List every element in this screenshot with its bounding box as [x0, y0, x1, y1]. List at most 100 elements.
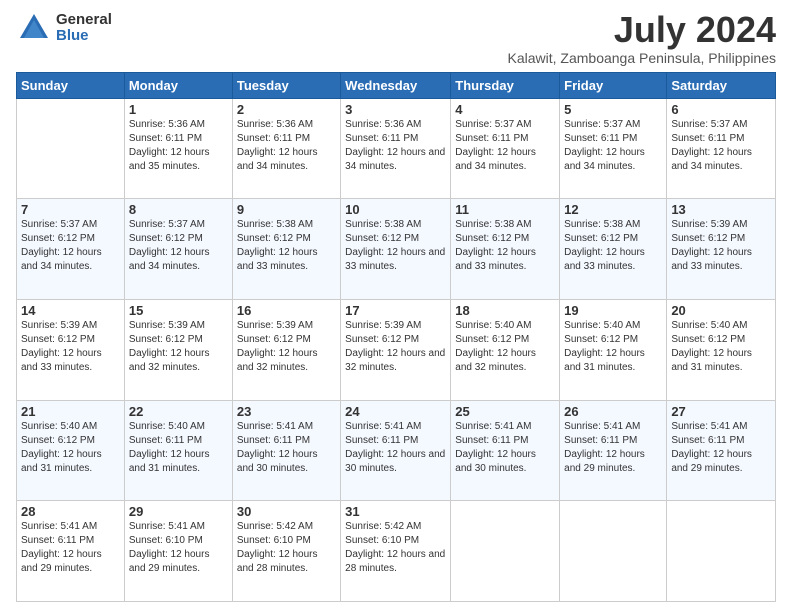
day-info: Sunrise: 5:37 AMSunset: 6:11 PMDaylight:… — [671, 118, 771, 174]
day-number: 18 — [455, 303, 555, 318]
day-info: Sunrise: 5:37 AMSunset: 6:11 PMDaylight:… — [455, 118, 555, 174]
day-info: Sunrise: 5:39 AMSunset: 6:12 PMDaylight:… — [345, 319, 446, 375]
day-info: Sunrise: 5:39 AMSunset: 6:12 PMDaylight:… — [21, 319, 120, 375]
calendar-header-saturday: Saturday — [667, 72, 776, 98]
calendar-cell: 17Sunrise: 5:39 AMSunset: 6:12 PMDayligh… — [341, 299, 451, 400]
calendar-cell: 13Sunrise: 5:39 AMSunset: 6:12 PMDayligh… — [667, 199, 776, 300]
calendar-week-row: 1 Sunrise: 5:36 AMSunset: 6:11 PMDaylight… — [17, 98, 776, 199]
day-info: Sunrise: 5:36 AMSunset: 6:11 PMDaylight:… — [345, 118, 446, 174]
calendar-cell: 20Sunrise: 5:40 AMSunset: 6:12 PMDayligh… — [667, 299, 776, 400]
day-number: 23 — [237, 404, 336, 419]
day-number: 14 — [21, 303, 120, 318]
day-info: Sunrise: 5:36 AMSunset: 6:11 PMDaylight:… — [237, 118, 336, 174]
day-info: Sunrise: 5:38 AMSunset: 6:12 PMDaylight:… — [345, 218, 446, 274]
calendar-cell: 22Sunrise: 5:40 AMSunset: 6:11 PMDayligh… — [124, 400, 232, 501]
calendar-cell: 11Sunrise: 5:38 AMSunset: 6:12 PMDayligh… — [451, 199, 560, 300]
calendar-cell: 12Sunrise: 5:38 AMSunset: 6:12 PMDayligh… — [560, 199, 667, 300]
day-number: 6 — [671, 102, 771, 117]
calendar-cell: 30Sunrise: 5:42 AMSunset: 6:10 PMDayligh… — [232, 501, 340, 602]
header: General Blue July 2024 Kalawit, Zamboang… — [16, 10, 776, 66]
calendar-cell: 26Sunrise: 5:41 AMSunset: 6:11 PMDayligh… — [560, 400, 667, 501]
logo-blue: Blue — [56, 28, 112, 45]
day-info: Sunrise: 5:40 AMSunset: 6:12 PMDaylight:… — [564, 319, 662, 375]
location: Kalawit, Zamboanga Peninsula, Philippine… — [508, 50, 777, 66]
calendar-cell: 15Sunrise: 5:39 AMSunset: 6:12 PMDayligh… — [124, 299, 232, 400]
day-number: 5 — [564, 102, 662, 117]
day-number: 13 — [671, 202, 771, 217]
calendar-cell: 8Sunrise: 5:37 AMSunset: 6:12 PMDaylight… — [124, 199, 232, 300]
day-info: Sunrise: 5:39 AMSunset: 6:12 PMDaylight:… — [237, 319, 336, 375]
calendar-cell: 28Sunrise: 5:41 AMSunset: 6:11 PMDayligh… — [17, 501, 125, 602]
day-info: Sunrise: 5:37 AMSunset: 6:12 PMDaylight:… — [21, 218, 120, 274]
day-info: Sunrise: 5:41 AMSunset: 6:11 PMDaylight:… — [671, 420, 771, 476]
calendar-week-row: 14Sunrise: 5:39 AMSunset: 6:12 PMDayligh… — [17, 299, 776, 400]
calendar-cell — [451, 501, 560, 602]
day-number: 28 — [21, 504, 120, 519]
calendar-cell: 27Sunrise: 5:41 AMSunset: 6:11 PMDayligh… — [667, 400, 776, 501]
calendar-cell: 16Sunrise: 5:39 AMSunset: 6:12 PMDayligh… — [232, 299, 340, 400]
calendar-cell: 9Sunrise: 5:38 AMSunset: 6:12 PMDaylight… — [232, 199, 340, 300]
day-info: Sunrise: 5:37 AMSunset: 6:11 PMDaylight:… — [564, 118, 662, 174]
day-info: Sunrise: 5:41 AMSunset: 6:10 PMDaylight:… — [129, 520, 228, 576]
day-info: Sunrise: 5:42 AMSunset: 6:10 PMDaylight:… — [237, 520, 336, 576]
day-info: Sunrise: 5:41 AMSunset: 6:11 PMDaylight:… — [21, 520, 120, 576]
calendar-cell: 18Sunrise: 5:40 AMSunset: 6:12 PMDayligh… — [451, 299, 560, 400]
day-number: 10 — [345, 202, 446, 217]
day-number: 4 — [455, 102, 555, 117]
day-number: 16 — [237, 303, 336, 318]
title-area: July 2024 Kalawit, Zamboanga Peninsula, … — [508, 10, 777, 66]
day-info: Sunrise: 5:40 AMSunset: 6:12 PMDaylight:… — [21, 420, 120, 476]
day-number: 31 — [345, 504, 446, 519]
day-info: Sunrise: 5:40 AMSunset: 6:12 PMDaylight:… — [671, 319, 771, 375]
day-info: Sunrise: 5:39 AMSunset: 6:12 PMDaylight:… — [129, 319, 228, 375]
day-number: 11 — [455, 202, 555, 217]
logo-text: General Blue — [56, 12, 112, 45]
day-number: 3 — [345, 102, 446, 117]
logo-general: General — [56, 12, 112, 29]
calendar-cell: 23Sunrise: 5:41 AMSunset: 6:11 PMDayligh… — [232, 400, 340, 501]
calendar-cell: 5Sunrise: 5:37 AMSunset: 6:11 PMDaylight… — [560, 98, 667, 199]
calendar-header-monday: Monday — [124, 72, 232, 98]
calendar-header-sunday: Sunday — [17, 72, 125, 98]
day-number: 21 — [21, 404, 120, 419]
day-number: 8 — [129, 202, 228, 217]
day-number: 17 — [345, 303, 446, 318]
day-info: Sunrise: 5:38 AMSunset: 6:12 PMDaylight:… — [237, 218, 336, 274]
day-info: Sunrise: 5:37 AMSunset: 6:12 PMDaylight:… — [129, 218, 228, 274]
calendar-cell: 21Sunrise: 5:40 AMSunset: 6:12 PMDayligh… — [17, 400, 125, 501]
calendar-header-friday: Friday — [560, 72, 667, 98]
day-info: Sunrise: 5:39 AMSunset: 6:12 PMDaylight:… — [671, 218, 771, 274]
logo-icon — [16, 10, 52, 46]
calendar-header-tuesday: Tuesday — [232, 72, 340, 98]
calendar-header-wednesday: Wednesday — [341, 72, 451, 98]
day-number: 29 — [129, 504, 228, 519]
day-number: 7 — [21, 202, 120, 217]
day-number: 24 — [345, 404, 446, 419]
calendar-week-row: 28Sunrise: 5:41 AMSunset: 6:11 PMDayligh… — [17, 501, 776, 602]
calendar-cell: 25Sunrise: 5:41 AMSunset: 6:11 PMDayligh… — [451, 400, 560, 501]
calendar-cell — [667, 501, 776, 602]
calendar-cell: 1Sunrise: 5:36 AMSunset: 6:11 PMDaylight… — [124, 98, 232, 199]
calendar-cell: 19Sunrise: 5:40 AMSunset: 6:12 PMDayligh… — [560, 299, 667, 400]
calendar-header-row: SundayMondayTuesdayWednesdayThursdayFrid… — [17, 72, 776, 98]
day-number: 19 — [564, 303, 662, 318]
calendar-cell: 31Sunrise: 5:42 AMSunset: 6:10 PMDayligh… — [341, 501, 451, 602]
calendar-week-row: 21Sunrise: 5:40 AMSunset: 6:12 PMDayligh… — [17, 400, 776, 501]
day-number: 26 — [564, 404, 662, 419]
calendar-table: SundayMondayTuesdayWednesdayThursdayFrid… — [16, 72, 776, 602]
calendar-cell: 10Sunrise: 5:38 AMSunset: 6:12 PMDayligh… — [341, 199, 451, 300]
calendar-cell: 14Sunrise: 5:39 AMSunset: 6:12 PMDayligh… — [17, 299, 125, 400]
month-title: July 2024 — [508, 10, 777, 50]
calendar-cell: 29Sunrise: 5:41 AMSunset: 6:10 PMDayligh… — [124, 501, 232, 602]
day-number: 30 — [237, 504, 336, 519]
day-number: 22 — [129, 404, 228, 419]
calendar-header-thursday: Thursday — [451, 72, 560, 98]
day-number: 1 — [129, 102, 228, 117]
calendar-week-row: 7Sunrise: 5:37 AMSunset: 6:12 PMDaylight… — [17, 199, 776, 300]
day-number: 27 — [671, 404, 771, 419]
day-info: Sunrise: 5:38 AMSunset: 6:12 PMDaylight:… — [564, 218, 662, 274]
calendar-cell: 24Sunrise: 5:41 AMSunset: 6:11 PMDayligh… — [341, 400, 451, 501]
calendar-cell — [560, 501, 667, 602]
day-number: 15 — [129, 303, 228, 318]
day-info: Sunrise: 5:41 AMSunset: 6:11 PMDaylight:… — [455, 420, 555, 476]
